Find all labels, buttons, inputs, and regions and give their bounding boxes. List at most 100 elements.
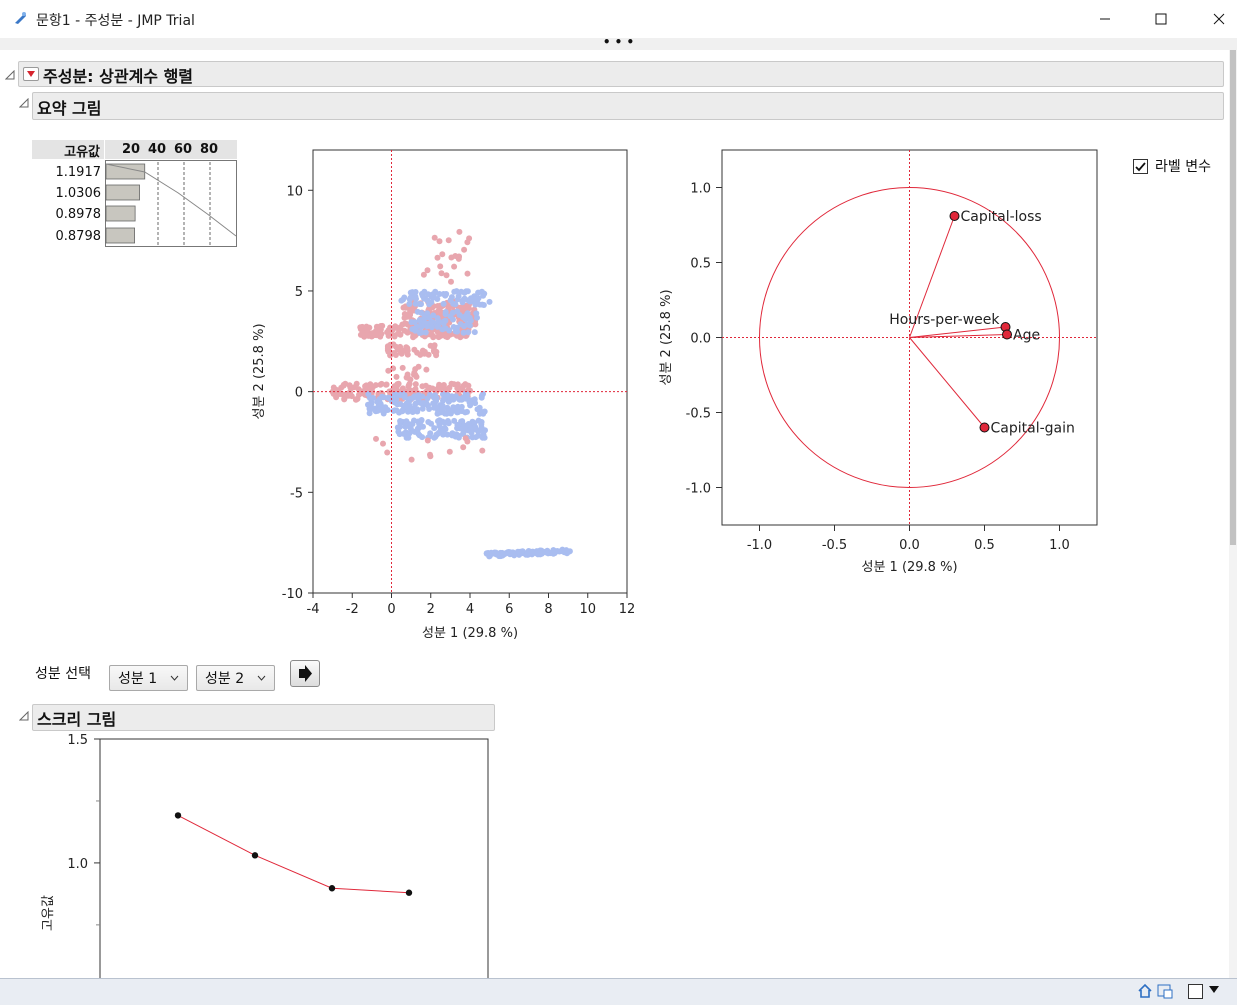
scree-plot: 1.51.00.5고유값 bbox=[41, 733, 489, 978]
chevron-down-icon bbox=[257, 675, 266, 681]
score-point bbox=[416, 421, 423, 428]
score-point bbox=[413, 373, 420, 380]
score-point bbox=[425, 419, 432, 425]
score-point bbox=[478, 424, 485, 431]
score-point bbox=[403, 374, 410, 381]
red-triangle-menu-icon[interactable] bbox=[23, 67, 39, 81]
scree-y-axis-label: 고유값 bbox=[41, 895, 56, 931]
score-point bbox=[444, 392, 451, 399]
scree-outline-bar[interactable]: 스크리 그림 bbox=[32, 704, 495, 731]
score-point bbox=[461, 246, 468, 253]
eigen-value-1: 1.1917 bbox=[55, 165, 102, 180]
y-tick-label: 0.5 bbox=[690, 257, 711, 272]
x-tick-label: 0.0 bbox=[899, 538, 920, 553]
y-tick-label: 10 bbox=[286, 184, 303, 199]
main-outline-bar[interactable]: 주성분: 상관계수 행렬 bbox=[18, 61, 1224, 87]
score-point bbox=[395, 428, 402, 435]
score-point bbox=[442, 333, 449, 340]
right-arrow-icon bbox=[299, 665, 312, 682]
score-point bbox=[469, 434, 476, 441]
score-point bbox=[415, 392, 422, 399]
loading-point bbox=[979, 422, 990, 433]
window-list-icon[interactable] bbox=[1157, 983, 1173, 999]
score-point bbox=[431, 434, 438, 441]
loading-point-label: Age bbox=[1013, 328, 1040, 344]
scale-label-80: 80 bbox=[200, 142, 219, 157]
score-point bbox=[447, 313, 454, 320]
loading-y-axis-label: 성분 2 (25.8 %) bbox=[659, 289, 674, 385]
scrollbar-thumb[interactable] bbox=[1230, 50, 1236, 545]
label-variables-checkbox[interactable] bbox=[1133, 159, 1148, 174]
score-point bbox=[433, 397, 440, 404]
score-point bbox=[407, 424, 414, 431]
score-point bbox=[364, 326, 371, 333]
minimize-icon bbox=[1100, 18, 1110, 20]
y-tick-label: 5 bbox=[295, 285, 303, 300]
score-point bbox=[378, 380, 385, 387]
score-point bbox=[428, 324, 435, 331]
home-icon[interactable] bbox=[1137, 983, 1153, 999]
y-tick-label: -1.0 bbox=[686, 482, 711, 497]
score-point bbox=[456, 228, 463, 235]
score-point bbox=[412, 300, 419, 307]
score-point bbox=[394, 330, 401, 337]
maximize-button[interactable] bbox=[1138, 0, 1184, 38]
score-point bbox=[353, 396, 360, 403]
score-point bbox=[448, 278, 454, 285]
close-button[interactable] bbox=[1196, 0, 1237, 38]
score-point bbox=[381, 404, 388, 411]
panel-toggle-checkbox[interactable] bbox=[1188, 984, 1203, 999]
summary-outline-bar[interactable]: 요약 그림 bbox=[32, 92, 1224, 120]
score-point bbox=[412, 327, 419, 334]
scree-toggle-icon[interactable] bbox=[19, 711, 29, 721]
score-point bbox=[393, 373, 400, 380]
score-point bbox=[423, 366, 430, 373]
score-point bbox=[461, 323, 467, 330]
score-point bbox=[440, 431, 447, 438]
score-point bbox=[377, 323, 384, 329]
score-point bbox=[401, 320, 408, 327]
y-component-select[interactable]: 성분 2 bbox=[196, 665, 275, 691]
y-tick-label: -0.5 bbox=[686, 407, 711, 422]
minimize-button[interactable] bbox=[1082, 0, 1128, 38]
y-tick-label: 1.5 bbox=[67, 733, 88, 748]
summary-toggle-icon[interactable] bbox=[19, 98, 29, 108]
main-title: 주성분: 상관계수 행렬 bbox=[43, 67, 194, 86]
eigen-bar bbox=[105, 184, 140, 201]
score-point bbox=[440, 320, 447, 327]
score-point bbox=[455, 255, 462, 262]
score-point bbox=[406, 402, 413, 409]
score-point bbox=[376, 396, 383, 403]
score-point bbox=[433, 403, 440, 410]
score-point bbox=[475, 289, 482, 296]
score-point bbox=[481, 434, 488, 441]
loading-point bbox=[1002, 329, 1012, 340]
dropdown-arrow-icon[interactable] bbox=[1209, 986, 1219, 994]
score-point bbox=[397, 392, 404, 399]
score-point bbox=[406, 397, 413, 404]
loading-point bbox=[949, 211, 960, 221]
score-point bbox=[377, 332, 383, 339]
x-tick-label: 0.5 bbox=[974, 538, 995, 553]
scree-point bbox=[174, 812, 182, 819]
y-component-value: 성분 2 bbox=[205, 671, 245, 687]
score-point bbox=[455, 396, 462, 402]
scale-label-20: 20 bbox=[122, 142, 141, 157]
toolbar-grip[interactable]: • • • bbox=[0, 36, 1237, 50]
score-point bbox=[427, 342, 434, 349]
x-component-value: 성분 1 bbox=[118, 671, 158, 687]
score-point bbox=[450, 396, 457, 403]
score-point bbox=[367, 403, 374, 410]
score-point bbox=[421, 288, 428, 295]
score-point bbox=[436, 381, 443, 388]
score-plot-frame bbox=[312, 149, 628, 594]
window-title: 문항1 - 주성분 - JMP Trial bbox=[36, 13, 195, 29]
score-point bbox=[454, 381, 461, 388]
score-point bbox=[448, 294, 455, 301]
x-component-select[interactable]: 성분 1 bbox=[109, 665, 188, 691]
eigen-value-4: 0.8798 bbox=[55, 229, 102, 244]
outline-toggle-icon[interactable] bbox=[5, 70, 15, 80]
x-tick-label: -2 bbox=[346, 602, 359, 617]
loading-point-label: Capital-gain bbox=[991, 421, 1075, 437]
apply-arrow-button[interactable] bbox=[290, 660, 320, 687]
